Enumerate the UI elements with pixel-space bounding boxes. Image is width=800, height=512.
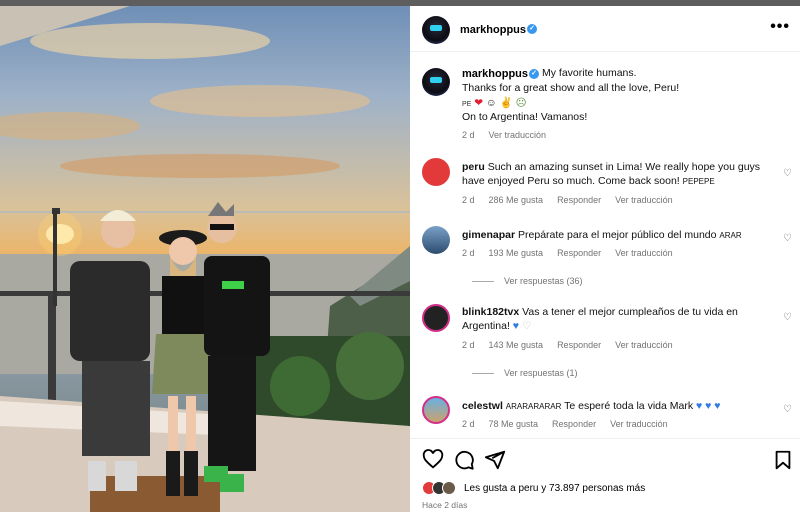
comment-username[interactable]: gimenapar [462,229,515,241]
view-replies[interactable]: Ver respuestas (1) [472,368,592,378]
comment-body: Such an amazing sunset in Lima! We reall… [462,161,761,187]
face-emoji-icon: ☺ [486,97,497,109]
comment-meta: 2 d 143 Me gusta Responder Ver traducción [462,340,687,350]
save-bookmark-icon[interactable] [772,449,794,471]
white-heart-icon: ♡ [521,320,532,332]
comment-gimenapar-text: gimenapar Prepárate para el mejor públic… [462,228,782,243]
blue-heart-icon: ♥ ♥ ♥ [696,400,721,412]
view-replies-label[interactable]: Ver respuestas (36) [504,276,583,286]
reply-link[interactable]: Responder [557,195,601,205]
caption-translate-link[interactable]: Ver traducción [489,130,547,140]
comment-meta: 2 d 78 Me gusta Responder Ver traducción [462,419,682,429]
comment-peru-text: peru Such an amazing sunset in Lima! We … [462,160,782,189]
like-comment-heart-icon[interactable]: ♡ [783,404,792,415]
comment-avatar-peru[interactable] [422,158,450,186]
verified-icon: ✓ [529,69,539,79]
comment-avatar-blink182tvx[interactable] [422,304,450,332]
post-time-ago: Hace 2 días [422,500,468,510]
caption-username[interactable]: markhoppus [462,68,528,80]
author-username[interactable]: markhoppus [460,24,526,36]
comment-age: 2 d [462,195,475,205]
post-side-panel: markhoppus ✓ ••• markhoppus ✓ My favorit… [410,6,800,512]
comment-meta: 2 d 193 Me gusta Responder Ver traducción [462,248,687,258]
comment-blink182tvx-text: blink182tvx Vas a tener el mejor cumplea… [462,305,782,333]
verified-icon: ✓ [527,24,537,34]
comment-avatar-gimenapar[interactable] [422,226,450,254]
caption-line-2: Thanks for a great show and all the love… [462,82,680,94]
sunset-balcony-image [0,6,410,512]
comment-likes[interactable]: 78 Me gusta [489,419,539,429]
comment-body: Te esperé toda la vida Mark [564,400,694,412]
caption-meta: 2 d Ver traducción [462,130,560,140]
comment-username[interactable]: blink182tvx [462,306,519,318]
comment-username[interactable]: celestwl [462,400,503,412]
view-replies[interactable]: Ver respuestas (36) [472,276,597,286]
comment-age: 2 d [462,419,475,429]
caption-age: 2 d [462,130,475,140]
comment-likes[interactable]: 193 Me gusta [489,248,544,258]
reply-link[interactable]: Responder [552,419,596,429]
post-photo[interactable] [0,6,410,512]
reply-link[interactable]: Responder [557,340,601,350]
caption-line-1: My favorite humans. [542,67,637,79]
blue-heart-icon: ♥ [512,320,520,332]
heart-emoji-icon: ❤ [474,97,484,109]
comment-meta: 2 d 286 Me gusta Responder Ver traducción [462,195,687,205]
comment-body: Prepárate para el mejor público del mund… [518,229,717,241]
post-header: markhoppus ✓ ••• [410,6,800,52]
translate-link[interactable]: Ver traducción [615,248,673,258]
comment-age: 2 d [462,340,475,350]
comment-tag: PEPEPE [682,177,715,186]
comment-likes[interactable]: 143 Me gusta [489,340,544,350]
like-heart-icon[interactable] [422,449,444,471]
reply-link[interactable]: Responder [557,248,601,258]
translate-link[interactable]: Ver traducción [615,340,673,350]
like-comment-heart-icon[interactable]: ♡ [783,312,792,323]
likes-summary[interactable]: Les gusta a peru y 73.897 personas más [464,483,645,494]
view-replies-label[interactable]: Ver respuestas (1) [504,368,578,378]
comment-celestwl-text: celestwl ARARARARAR Te esperé toda la vi… [462,399,782,414]
author-avatar[interactable] [422,16,450,44]
comment-tag: ARARARARAR [505,402,562,411]
liker-avatar [442,481,456,495]
post-actions-bar: Les gusta a peru y 73.897 personas más H… [410,438,800,512]
like-comment-heart-icon[interactable]: ♡ [783,233,792,244]
comment-age: 2 d [462,248,475,258]
more-options-icon[interactable]: ••• [770,19,790,35]
share-send-icon[interactable] [484,449,506,471]
translate-link[interactable]: Ver traducción [610,419,668,429]
comment-avatar-celestwl[interactable] [422,396,450,424]
comment-bubble-icon[interactable] [453,449,475,471]
comment-likes[interactable]: 286 Me gusta [489,195,544,205]
caption-avatar[interactable] [422,68,450,96]
caption-line-3: On to Argentina! Vamanos! [462,111,588,123]
translate-link[interactable]: Ver traducción [615,195,673,205]
hand-emoji-icon: ✌ [499,97,513,109]
sick-face-emoji-icon: ☹ [515,97,527,109]
like-comment-heart-icon[interactable]: ♡ [783,168,792,179]
comment-tag: ARAR [719,231,742,240]
comment-username[interactable]: peru [462,161,485,173]
